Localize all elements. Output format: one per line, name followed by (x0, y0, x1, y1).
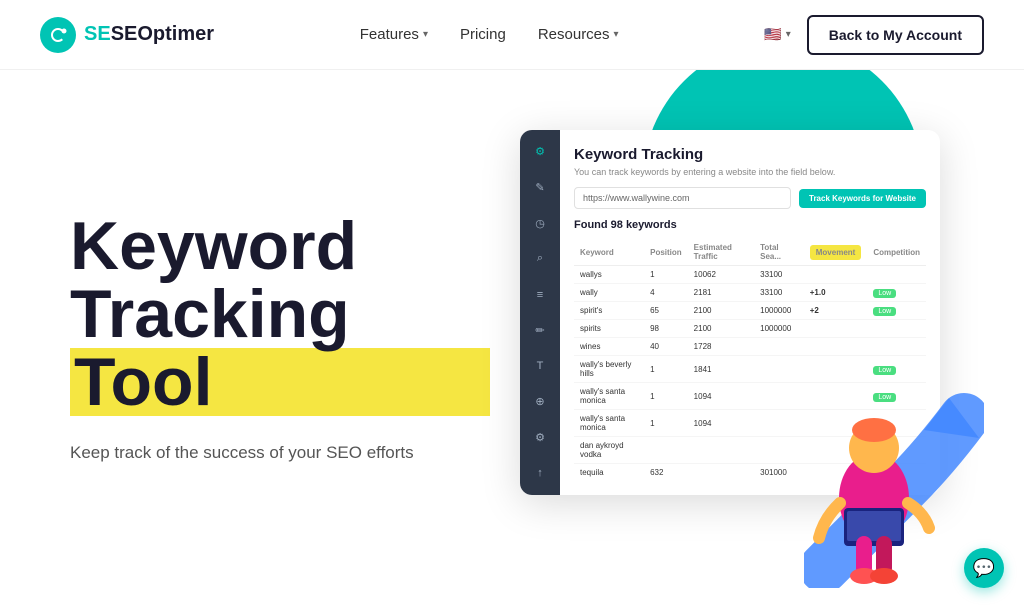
col-position: Position (644, 239, 688, 266)
lang-chevron-icon: ▾ (786, 29, 791, 40)
language-selector[interactable]: 🇺🇸 ▾ (764, 26, 790, 43)
col-total: Total Sea... (754, 239, 804, 266)
logo[interactable]: SESEOptimerSEOptimer (40, 17, 214, 53)
chat-icon: 💬 (973, 558, 995, 579)
card-sidebar: ⚙ ✎ ◷ ⌕ ≡ ✏ T ⊕ ⚙ ↑ (520, 130, 560, 495)
sidebar-edit-icon: ✎ (530, 178, 550, 198)
hero-title-line2: Tracking (70, 280, 490, 348)
sidebar-pencil-icon: ✏ (530, 321, 550, 341)
card-title: Keyword Tracking (574, 146, 926, 163)
nav-pricing[interactable]: Pricing (460, 26, 506, 43)
hero-subtitle: Keep track of the success of your SEO ef… (70, 440, 490, 466)
sidebar-chart-icon: ◷ (530, 213, 550, 233)
url-input[interactable]: https://www.wallywine.com (574, 187, 791, 209)
resources-chevron-icon: ▾ (614, 29, 619, 40)
features-chevron-icon: ▾ (423, 29, 428, 40)
table-row: spirit's6521001000000+2Low (574, 302, 926, 320)
col-keyword: Keyword (574, 239, 644, 266)
hero-title-line2-text: Tracking (70, 276, 350, 352)
track-keywords-button[interactable]: Track Keywords for Website (799, 189, 926, 208)
nav-features[interactable]: Features ▾ (360, 26, 428, 43)
main-nav: Features ▾ Pricing Resources ▾ (360, 26, 619, 43)
table-row: wally4218133100+1.0Low (574, 284, 926, 302)
sidebar-magnify-icon: ⌕ (530, 249, 550, 269)
character-illustration (794, 378, 954, 598)
sidebar-bar-icon: ≡ (530, 285, 550, 305)
back-to-account-button[interactable]: Back to My Account (807, 15, 984, 55)
main-content: Keyword Tracking Tool Keep track of the … (0, 70, 1024, 608)
chat-bubble-button[interactable]: 💬 (964, 548, 1004, 588)
sidebar-gear-icon: ⚙ (530, 428, 550, 448)
table-row: wines401728 (574, 338, 926, 356)
col-movement: Movement (804, 239, 868, 266)
sidebar-upload-icon: ↑ (530, 463, 550, 483)
hero-left: Keyword Tracking Tool Keep track of the … (70, 212, 490, 466)
hero-title: Keyword Tracking Tool (70, 212, 490, 416)
header: SESEOptimerSEOptimer Features ▾ Pricing … (0, 0, 1024, 70)
logo-text: SESEOptimerSEOptimer (84, 23, 214, 46)
sidebar-search-icon: ⚙ (530, 142, 550, 162)
hero-right: ⚙ ✎ ◷ ⌕ ≡ ✏ T ⊕ ⚙ ↑ Keyword Tracking You… (490, 70, 964, 608)
col-competition: Competition (867, 239, 926, 266)
flag-icon: 🇺🇸 (764, 26, 781, 43)
logo-icon (40, 17, 76, 53)
sidebar-text-icon: T (530, 356, 550, 376)
hero-title-line1: Keyword (70, 212, 490, 280)
sidebar-globe-icon: ⊕ (530, 392, 550, 412)
table-row: spirits9821001000000 (574, 320, 926, 338)
table-row: wallys11006233100 (574, 266, 926, 284)
col-traffic: Estimated Traffic (688, 239, 754, 266)
search-bar: https://www.wallywine.com Track Keywords… (574, 187, 926, 209)
nav-resources[interactable]: Resources ▾ (538, 26, 619, 43)
header-right: 🇺🇸 ▾ Back to My Account (764, 15, 984, 55)
card-subtitle: You can track keywords by entering a web… (574, 167, 926, 177)
hero-title-line3: Tool (70, 348, 490, 416)
found-keywords-text: Found 98 keywords (574, 219, 926, 231)
